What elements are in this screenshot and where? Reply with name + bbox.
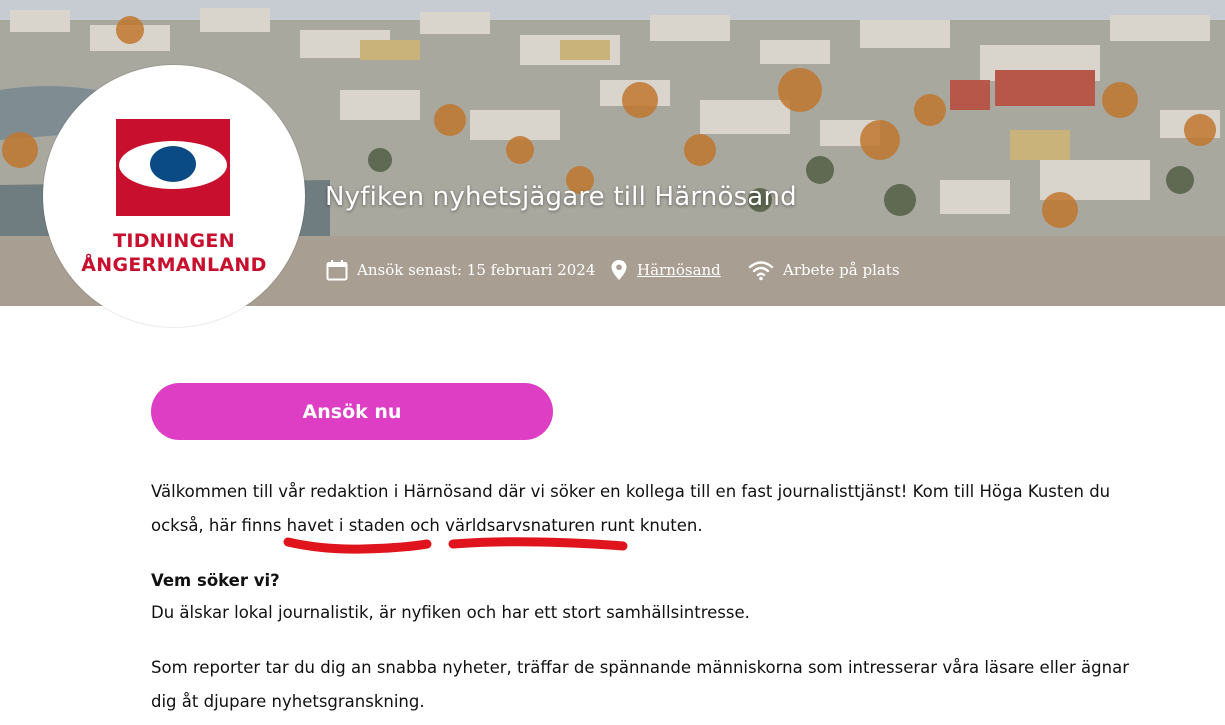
location-info: Härnösand bbox=[610, 255, 721, 285]
deadline-text: Ansök senast: 15 februari 2024 bbox=[357, 261, 596, 279]
intro-line: Välkommen till vår redaktion i Härnösand… bbox=[151, 482, 1111, 501]
location-link[interactable]: Härnösand bbox=[637, 261, 721, 279]
reporter-paragraph: Som reporter tar du dig an snabba nyhete… bbox=[151, 651, 1201, 719]
work-type-info: Arbete på plats bbox=[748, 255, 900, 285]
intro-line: också, här finns havet i staden och värl… bbox=[151, 516, 703, 535]
work-type-text: Arbete på plats bbox=[783, 261, 900, 279]
deadline-info: Ansök senast: 15 februari 2024 bbox=[326, 255, 595, 285]
eye-logo-icon bbox=[116, 119, 230, 216]
apply-button[interactable]: Ansök nu bbox=[151, 383, 553, 440]
calendar-icon bbox=[326, 260, 348, 281]
wifi-icon bbox=[748, 261, 774, 281]
section-text: Du älskar lokal journalistik, är nyfiken… bbox=[151, 603, 750, 622]
location-pin-icon bbox=[611, 260, 627, 280]
intro-paragraph: Välkommen till vår redaktion i Härnösand… bbox=[151, 475, 1201, 543]
logo-text-line2: ÅNGERMANLAND bbox=[81, 254, 267, 276]
reporter-line: Som reporter tar du dig an snabba nyhete… bbox=[151, 658, 1129, 677]
job-title: Nyfiken nyhetsjägare till Härnösand bbox=[325, 182, 797, 212]
reporter-line: dig åt djupare nyhetsgranskning. bbox=[151, 692, 425, 711]
section-heading: Vem söker vi? bbox=[151, 571, 280, 590]
logo-text-line1: TIDNINGEN bbox=[113, 230, 235, 252]
